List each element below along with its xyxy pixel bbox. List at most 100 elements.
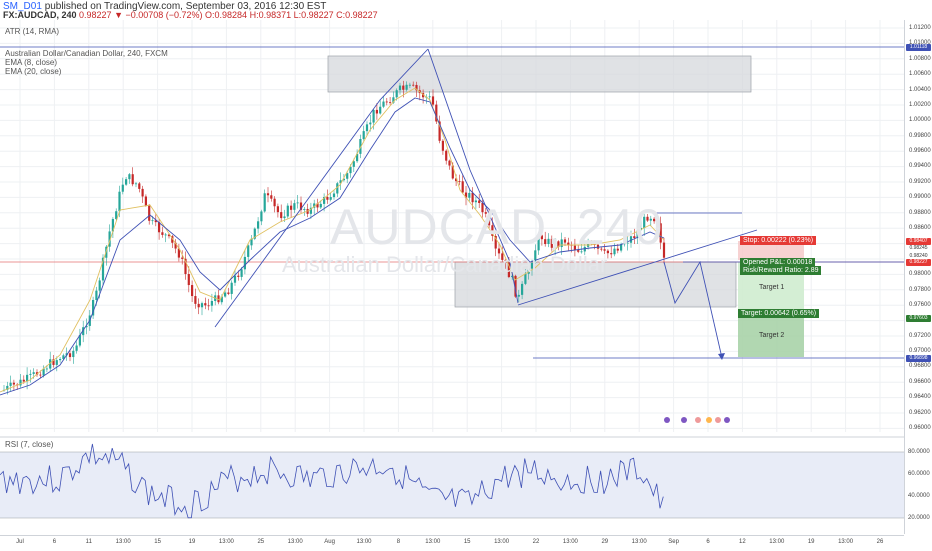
candle-body bbox=[276, 206, 279, 213]
symbol-description[interactable]: Australian Dollar/Canadian Dollar, 240, … bbox=[5, 49, 168, 58]
candle-body bbox=[540, 235, 543, 240]
time-tick: 19 bbox=[807, 539, 815, 545]
candle-body bbox=[72, 350, 75, 358]
candle-body bbox=[19, 379, 22, 386]
price-tick: 0.98600 bbox=[909, 225, 931, 231]
candle-body bbox=[59, 358, 62, 361]
rsi-tick: 40.0000 bbox=[908, 493, 930, 499]
candle-body bbox=[151, 220, 154, 222]
candle-body bbox=[662, 242, 666, 258]
rsi-tick: 80.0000 bbox=[908, 449, 930, 455]
time-tick: Aug bbox=[324, 539, 335, 545]
time-axis[interactable]: Jul 6 11 13:00 15 19 13:00 25 13:00 Aug 13:00 8 13:0… bbox=[0, 535, 904, 551]
candle-body bbox=[362, 131, 365, 140]
candle-body bbox=[626, 242, 629, 244]
candle-body bbox=[138, 183, 141, 189]
chart-header: SM_D01 published on TradingView.com, Sep… bbox=[0, 0, 932, 20]
candle-body bbox=[55, 360, 58, 365]
candle-body bbox=[398, 85, 402, 91]
candle-body bbox=[375, 109, 378, 114]
rsi-label[interactable]: RSI (7, close) bbox=[5, 440, 53, 449]
time-tick: 12 bbox=[739, 539, 746, 545]
candle-body bbox=[39, 374, 42, 376]
price-label-top: 1.01118 bbox=[906, 44, 931, 51]
time-tick: 25 bbox=[257, 539, 265, 545]
candle-body bbox=[125, 179, 128, 185]
support-zone bbox=[454, 261, 737, 308]
candle-body bbox=[266, 193, 270, 196]
candle-body bbox=[319, 203, 322, 208]
time-tick: 6 bbox=[706, 539, 710, 545]
candle-body bbox=[573, 245, 576, 251]
time-tick: 11 bbox=[85, 539, 92, 545]
time-tick: 13:00 bbox=[562, 539, 578, 545]
candle-body bbox=[372, 109, 375, 123]
ema-20-label[interactable]: EMA (20, close) bbox=[5, 67, 61, 76]
candle-body bbox=[141, 188, 144, 197]
target-2-label: Target 2 bbox=[759, 332, 785, 339]
rsi-tick: 20.0000 bbox=[908, 515, 930, 521]
candle-body bbox=[233, 275, 237, 283]
candle-body bbox=[603, 249, 606, 251]
time-tick: 13:00 bbox=[769, 539, 785, 545]
candle-body bbox=[121, 184, 124, 192]
candle-body bbox=[134, 183, 138, 185]
atr-label[interactable]: ATR (14, RMA) bbox=[5, 27, 59, 36]
candle-body bbox=[481, 203, 484, 213]
candle-body bbox=[474, 200, 477, 203]
candle-body bbox=[98, 280, 101, 291]
candle-body bbox=[389, 102, 392, 104]
candle-body bbox=[207, 305, 210, 307]
price-tick: 1.00400 bbox=[909, 86, 931, 93]
price-tick: 0.98800 bbox=[909, 209, 931, 216]
candle-body bbox=[402, 85, 405, 90]
candle-body bbox=[405, 84, 408, 90]
stop-label[interactable]: Stop: 0.00222 (0.23%) bbox=[740, 236, 817, 245]
price-axis[interactable]: 1.012001.010001.008001.006001.004001.002… bbox=[904, 20, 932, 534]
time-tick: Jul bbox=[16, 539, 24, 545]
candle-body bbox=[224, 292, 227, 297]
candle-body bbox=[286, 205, 289, 217]
price-tick: 0.96600 bbox=[909, 378, 931, 385]
price-tick: 0.97200 bbox=[909, 332, 931, 339]
candle-body bbox=[204, 303, 207, 306]
candle-body bbox=[230, 282, 233, 294]
candle-body bbox=[521, 283, 524, 295]
time-tick: 19 bbox=[188, 539, 196, 545]
target-label[interactable]: Target: 0.00642 (0.65%) bbox=[738, 309, 820, 318]
candle-body bbox=[382, 101, 385, 107]
time-tick: 6 bbox=[52, 539, 57, 545]
candle-body bbox=[530, 262, 534, 269]
candle-body bbox=[395, 90, 398, 98]
candle-body bbox=[369, 122, 372, 125]
candle-body bbox=[243, 256, 246, 270]
ema-8-label[interactable]: EMA (8, close) bbox=[5, 58, 57, 67]
candle-body bbox=[431, 96, 435, 105]
time-tick: 13:00 bbox=[356, 539, 372, 545]
candle-body bbox=[273, 198, 276, 207]
target-1-label: Target 1 bbox=[759, 284, 785, 291]
candle-body bbox=[29, 373, 32, 375]
candle-body bbox=[270, 195, 273, 199]
price-tick: 0.99000 bbox=[909, 194, 931, 201]
price-tick: 1.00200 bbox=[909, 101, 931, 108]
candle-body bbox=[161, 232, 164, 235]
candle-body bbox=[468, 192, 471, 198]
candle-body bbox=[649, 218, 652, 221]
candle-body bbox=[606, 250, 609, 254]
candle-body bbox=[659, 223, 662, 243]
candle-body bbox=[646, 216, 649, 221]
candle-body bbox=[458, 181, 461, 182]
candle-body bbox=[75, 345, 78, 351]
candle-body bbox=[567, 242, 570, 245]
price-tick: 0.98000 bbox=[909, 271, 931, 278]
risk-reward-label[interactable]: Risk/Reward Ratio: 2.89 bbox=[740, 266, 822, 275]
candle-body bbox=[197, 303, 200, 308]
candle-body bbox=[610, 253, 613, 255]
price-chart[interactable] bbox=[0, 0, 932, 550]
candle-body bbox=[517, 294, 520, 297]
candle-body bbox=[95, 290, 98, 300]
candle-body bbox=[257, 221, 260, 229]
price-tick: 1.00800 bbox=[909, 55, 931, 62]
time-tick: 26 bbox=[876, 539, 884, 545]
